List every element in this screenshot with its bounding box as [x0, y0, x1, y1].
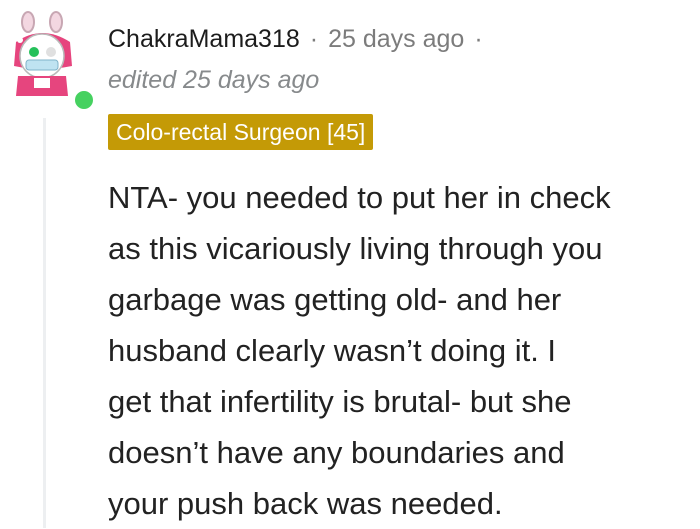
meta-separator: · — [309, 24, 319, 53]
username-link[interactable]: ChakraMama318 — [108, 25, 300, 54]
meta-separator-2: · — [474, 24, 483, 53]
comment-line: your push back was needed. — [108, 486, 503, 521]
comment-line: NTA- you needed to put her in check — [108, 180, 611, 215]
avatar[interactable] — [8, 10, 96, 112]
timestamp-link[interactable]: 25 days ago — [328, 25, 464, 54]
comment-line: husband clearly wasn’t doing it. I — [108, 333, 557, 368]
comment-meta: ChakraMama318 · 25 days ago · — [108, 22, 493, 56]
comment-body: NTA- you needed to put her in check as t… — [108, 172, 698, 529]
avatar-icon — [14, 11, 72, 96]
comment: ChakraMama318 · 25 days ago · edited 25 … — [0, 0, 700, 528]
comment-line: doesn’t have any boundaries and — [108, 435, 565, 470]
comment-line: garbage was getting old- and her — [108, 282, 562, 317]
edited-label: edited 25 days ago — [108, 66, 320, 94]
thread-line[interactable] — [43, 118, 46, 528]
user-flair: Colo-rectal Surgeon [45] — [108, 114, 374, 150]
comment-line: as this vicariously living through you — [108, 231, 603, 266]
comment-line: get that infertility is brutal- but she — [108, 384, 572, 419]
online-status-dot — [72, 88, 96, 112]
